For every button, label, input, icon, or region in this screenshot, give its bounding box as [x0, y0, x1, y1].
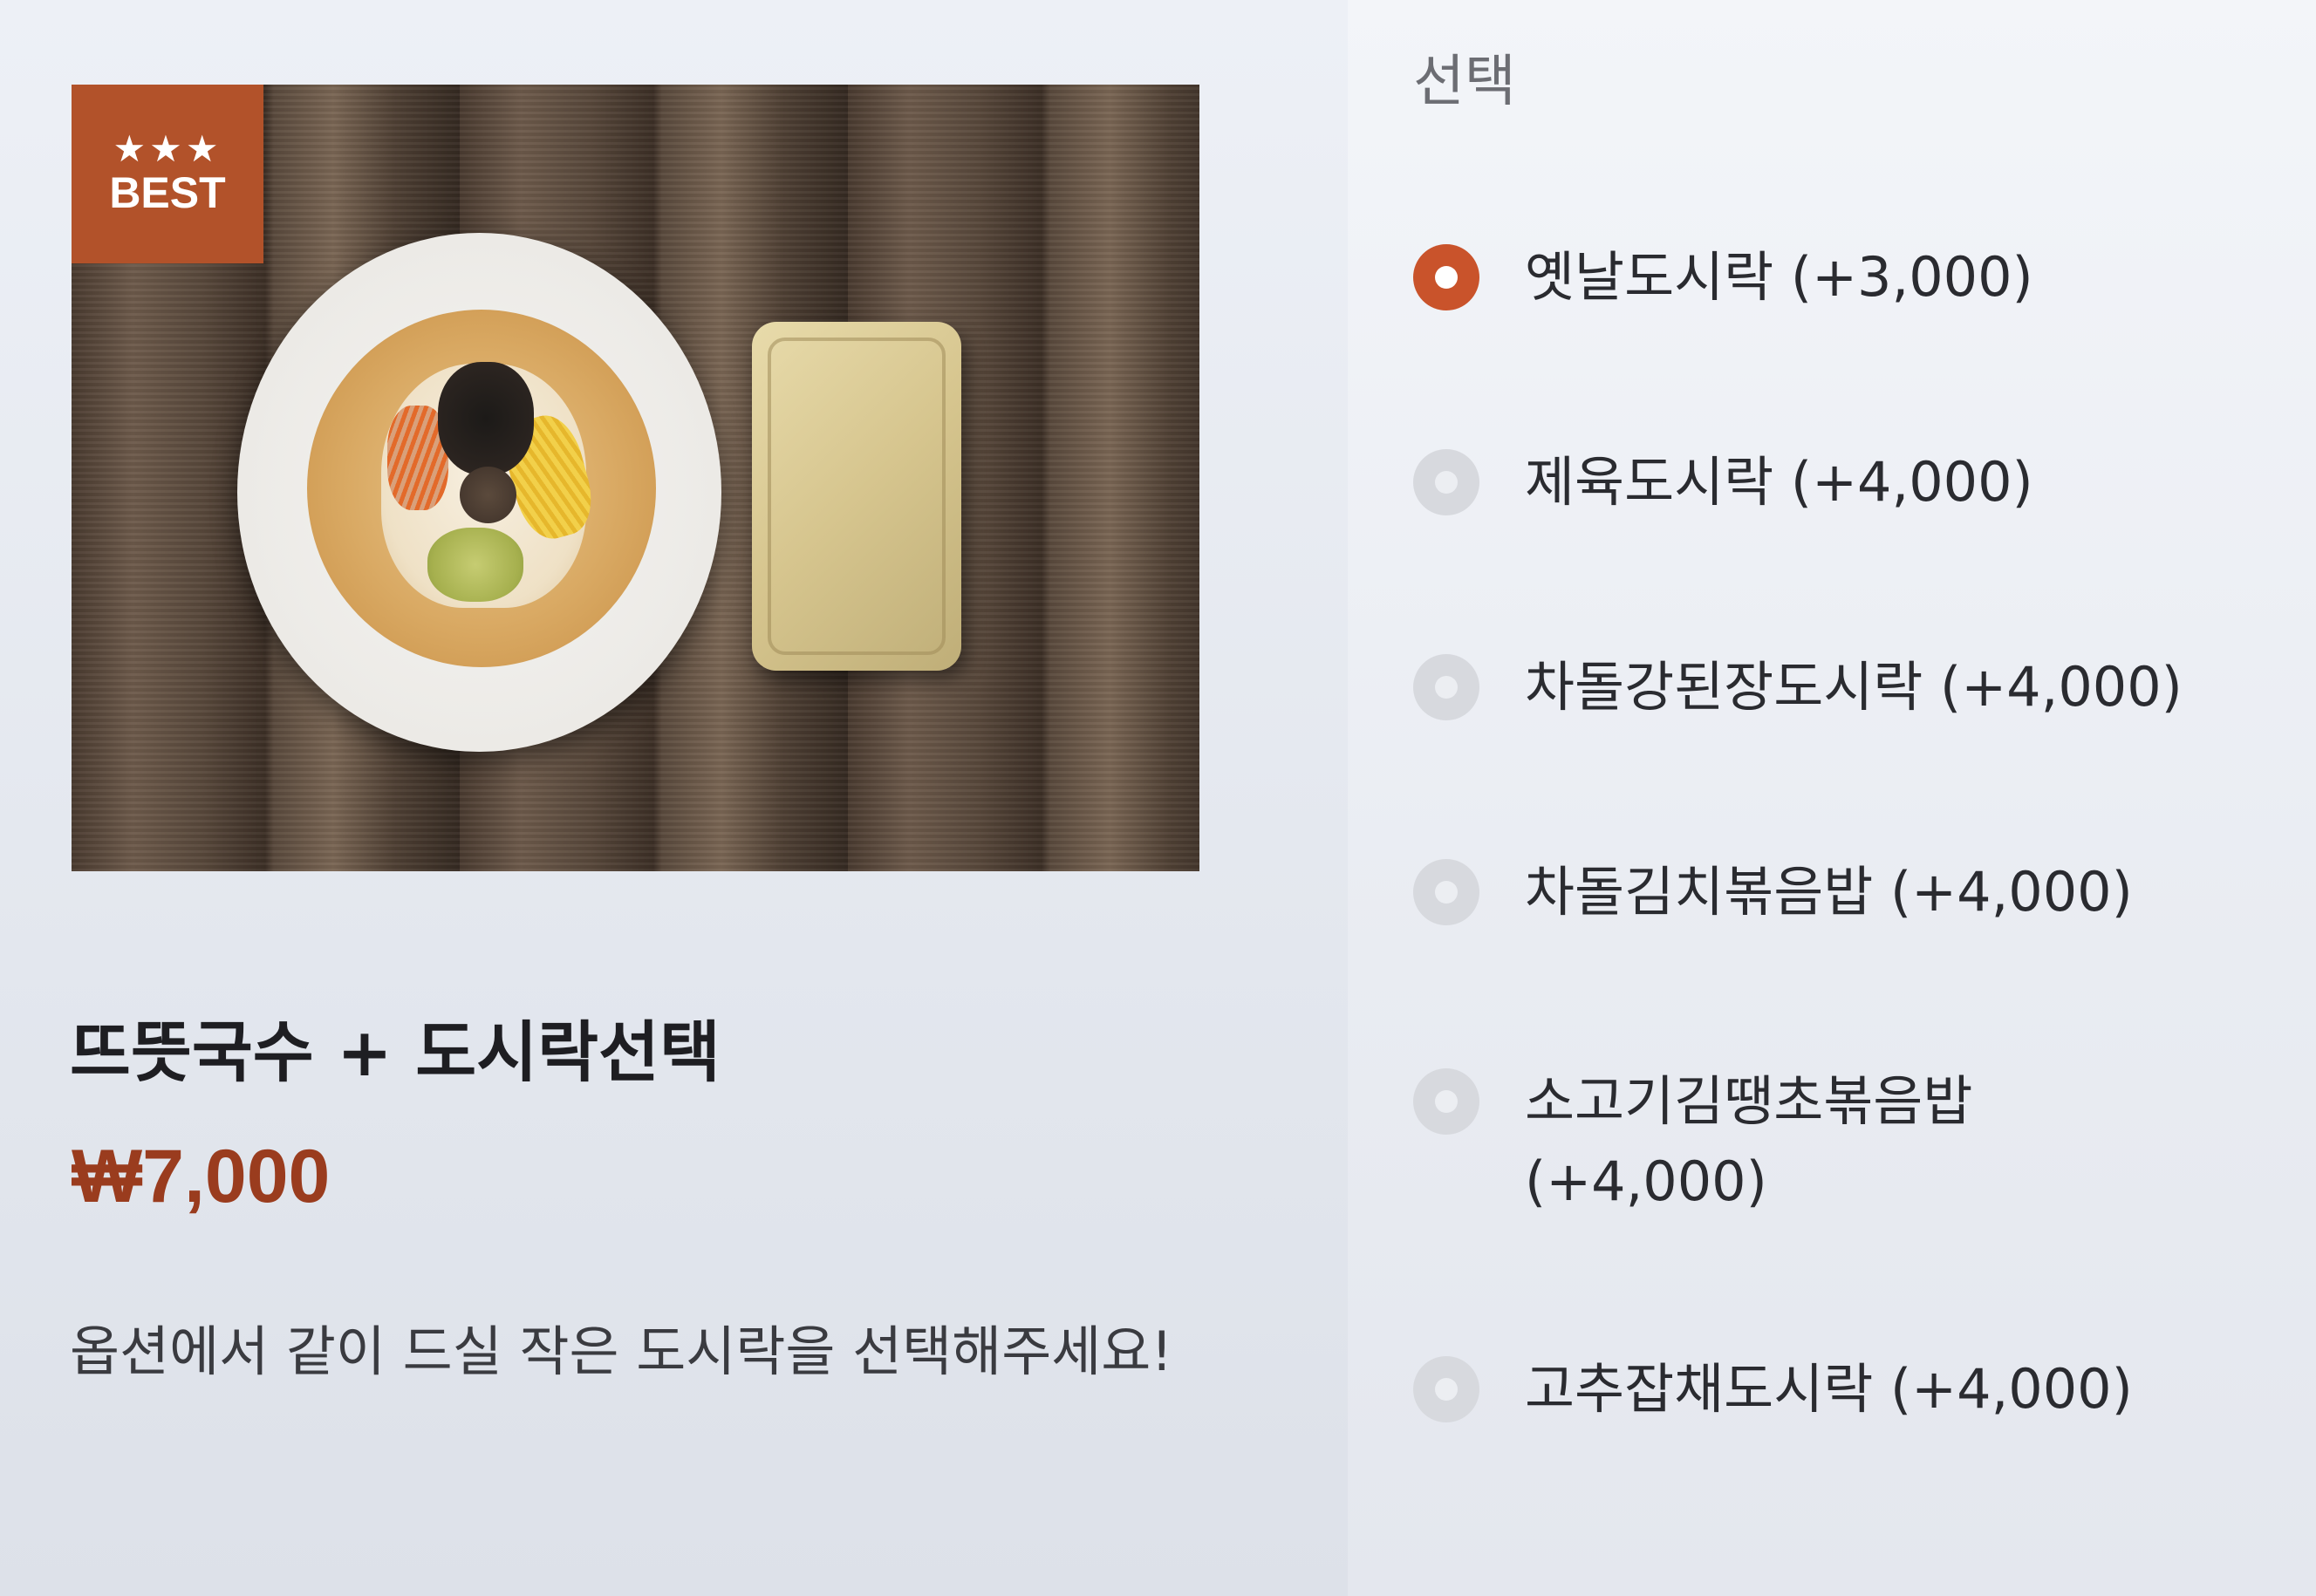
options-heading: 선택 — [1413, 50, 1516, 114]
option-label: 소고기김땡초볶음밥 (+4,000) — [1525, 1069, 1973, 1213]
beef-garnish — [460, 467, 516, 523]
option-label: 차돌강된장도시락 (+4,000) — [1525, 655, 2183, 719]
lunchbox-tin — [752, 322, 961, 671]
radio-button[interactable] — [1413, 449, 1479, 515]
option-item[interactable]: 차돌김치볶음밥 (+4,000) — [1413, 859, 2294, 932]
product-price: ₩7,000 — [72, 1135, 331, 1218]
badge-label: BEST — [109, 168, 226, 217]
option-label: 차돌김치볶음밥 (+4,000) — [1525, 860, 2133, 924]
product-description: 옵션에서 같이 드실 작은 도시락을 선택해주세요! — [70, 1320, 1173, 1383]
option-label: 고추잡채도시락 (+4,000) — [1525, 1357, 2133, 1421]
option-item[interactable]: 차돌강된장도시락 (+4,000) — [1413, 654, 2294, 727]
radio-button[interactable] — [1413, 1356, 1479, 1422]
option-item[interactable]: 고추잡채도시락 (+4,000) — [1413, 1356, 2294, 1429]
option-item[interactable]: 소고기김땡초볶음밥 (+4,000) — [1413, 1068, 2076, 1222]
radio-button-selected[interactable] — [1413, 244, 1479, 310]
radio-button[interactable] — [1413, 1068, 1479, 1135]
radio-button[interactable] — [1413, 859, 1479, 925]
product-title: 뜨뜻국수 + 도시락선택 — [70, 1013, 721, 1091]
radio-button[interactable] — [1413, 654, 1479, 720]
zucchini-garnish — [427, 528, 523, 602]
option-item[interactable]: 제육도시락 (+4,000) — [1413, 449, 2294, 522]
best-badge: ★★★ BEST — [72, 85, 263, 263]
badge-stars-icon: ★★★ — [113, 127, 222, 170]
kiosk-screen: ★★★ BEST 뜨뜻국수 + 도시락선택 ₩7,000 옵션에서 같이 드실 … — [0, 0, 2316, 1596]
seaweed-garnish — [438, 362, 534, 475]
option-label: 제육도시락 (+4,000) — [1525, 450, 2033, 514]
option-label: 옛날도시락 (+3,000) — [1525, 245, 2033, 309]
option-item[interactable]: 옛날도시락 (+3,000) — [1413, 244, 2294, 317]
product-photo: ★★★ BEST — [72, 85, 1199, 871]
product-panel: ★★★ BEST 뜨뜻국수 + 도시락선택 ₩7,000 옵션에서 같이 드실 … — [0, 0, 1348, 1596]
